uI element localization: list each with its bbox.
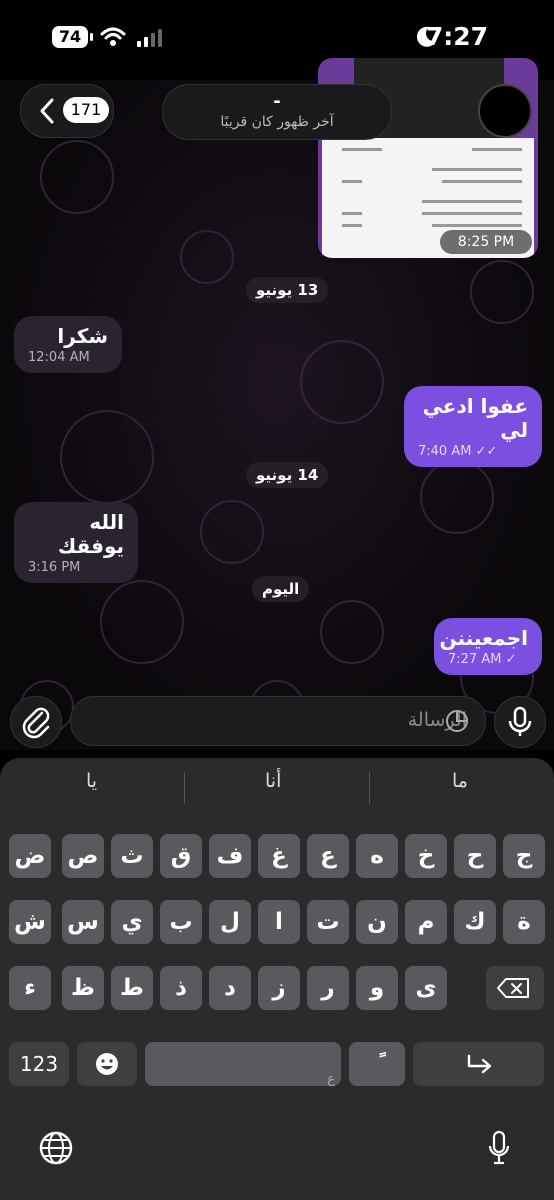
message-text: شكرا xyxy=(57,324,108,348)
unread-count-badge: 171 xyxy=(63,97,109,123)
read-checks-icon: ✓✓ xyxy=(475,444,498,459)
key[interactable]: ى xyxy=(405,966,447,1010)
key[interactable]: ص xyxy=(62,834,104,878)
suggestion-3[interactable]: يا xyxy=(86,770,97,792)
key[interactable]: غ xyxy=(258,834,300,878)
key[interactable]: ع xyxy=(307,834,349,878)
key[interactable]: ت xyxy=(307,900,349,944)
emoji-key[interactable] xyxy=(77,1042,137,1086)
message-text: الله يوفقك xyxy=(57,510,124,558)
key[interactable]: ر xyxy=(307,966,349,1010)
key[interactable]: ش xyxy=(9,900,51,944)
delete-icon xyxy=(497,978,529,998)
chat-title: - xyxy=(273,91,281,112)
message-time: 7:40 AM ✓✓ xyxy=(418,444,528,459)
tanween-key[interactable]: ً xyxy=(349,1042,405,1086)
clock: 7:27 xyxy=(425,22,488,51)
key[interactable]: م xyxy=(405,900,447,944)
wifi-icon xyxy=(100,27,126,46)
return-icon xyxy=(467,1054,492,1074)
message-time-value: 7:27 AM xyxy=(448,652,502,667)
key[interactable]: ج xyxy=(503,834,545,878)
outgoing-message[interactable]: عفوا ادعي لي 7:40 AM ✓✓ xyxy=(404,386,542,467)
date-separator: 13 يونيو xyxy=(246,277,329,303)
key[interactable]: ف xyxy=(209,834,251,878)
key[interactable]: و xyxy=(356,966,398,1010)
key[interactable]: د xyxy=(209,966,251,1010)
message-time: 12:04 AM xyxy=(28,350,90,365)
emoji-icon xyxy=(96,1053,118,1075)
key[interactable]: ح xyxy=(454,834,496,878)
return-key[interactable] xyxy=(413,1042,544,1086)
image-message-time: 8:25 PM xyxy=(440,230,532,254)
battery-level: 74 xyxy=(52,26,93,48)
suggestion-divider xyxy=(184,772,185,804)
key[interactable]: ظ xyxy=(62,966,104,1010)
space-key-hint: ع xyxy=(327,1072,335,1087)
space-key[interactable]: ع xyxy=(145,1042,341,1087)
key[interactable]: ز xyxy=(258,966,300,1010)
date-separator: اليوم xyxy=(252,576,310,602)
key[interactable]: ه xyxy=(356,834,398,878)
key[interactable]: ء xyxy=(9,966,51,1010)
chat-title-pill[interactable]: - آخر ظهور كان قريبًا xyxy=(162,84,392,140)
key[interactable]: ا xyxy=(258,900,300,944)
key[interactable]: ل xyxy=(209,900,251,944)
globe-icon[interactable] xyxy=(38,1130,74,1166)
key[interactable]: خ xyxy=(405,834,447,878)
suggestion-1[interactable]: ما xyxy=(452,770,468,792)
key[interactable]: س xyxy=(62,900,104,944)
date-separator: 14 يونيو xyxy=(246,462,329,488)
key[interactable]: ك xyxy=(454,900,496,944)
dictation-icon[interactable] xyxy=(488,1130,510,1166)
incoming-message[interactable]: شكرا 12:04 AM xyxy=(14,316,122,373)
key[interactable]: ط xyxy=(111,966,153,1010)
message-input[interactable]: الرسالة xyxy=(70,696,486,746)
back-button[interactable]: 171 xyxy=(20,84,114,138)
key[interactable]: ث xyxy=(111,834,153,878)
delete-key[interactable] xyxy=(486,966,544,1010)
sticker-icon[interactable] xyxy=(445,709,469,733)
incoming-message[interactable]: الله يوفقك 3:16 PM xyxy=(14,502,138,583)
suggestion-2[interactable]: أنا xyxy=(265,770,281,792)
message-time: 7:27 AM ✓ xyxy=(448,652,528,667)
message-text: عفوا ادعي لي xyxy=(422,394,528,442)
avatar[interactable] xyxy=(478,84,532,138)
attach-icon xyxy=(22,707,50,739)
key[interactable]: ب xyxy=(160,900,202,944)
message-text: اجمعيننن xyxy=(439,626,528,650)
message-time-value: 7:40 AM xyxy=(418,444,472,459)
key[interactable]: ي xyxy=(111,900,153,944)
numbers-key[interactable]: 123 xyxy=(9,1042,69,1086)
mic-icon xyxy=(508,706,532,736)
key[interactable]: ة xyxy=(503,900,545,944)
key[interactable]: ض xyxy=(9,834,51,878)
key[interactable]: ن xyxy=(356,900,398,944)
last-seen-status: آخر ظهور كان قريبًا xyxy=(220,114,334,130)
message-time: 3:16 PM xyxy=(28,560,81,575)
outgoing-message[interactable]: اجمعيننن 7:27 AM ✓ xyxy=(434,618,542,675)
sent-check-icon: ✓ xyxy=(505,652,517,667)
suggestion-divider xyxy=(369,772,370,804)
key[interactable]: ذ xyxy=(160,966,202,1010)
attach-button[interactable] xyxy=(10,696,62,748)
key[interactable]: ق xyxy=(160,834,202,878)
signal-icon xyxy=(137,29,162,47)
voice-record-button[interactable] xyxy=(494,696,546,748)
back-chevron-icon xyxy=(40,98,54,124)
